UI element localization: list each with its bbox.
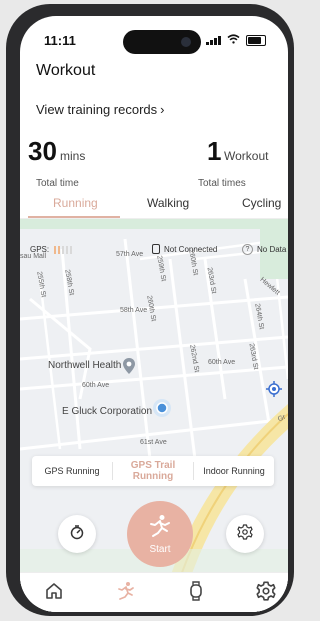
phone-frame: 11:11 Workout View training records › 30 …: [6, 4, 294, 616]
street-label: 60th Ave: [82, 382, 110, 389]
location-pin-icon[interactable]: [153, 399, 171, 417]
data-status: ? No Data: [242, 244, 286, 255]
camera-dot: [181, 37, 191, 47]
bottom-nav: [20, 572, 288, 612]
street-label: 58th Ave: [120, 307, 148, 314]
gps-signal-icon: [54, 245, 73, 254]
activity-tabs: Running Walking Cycling: [20, 192, 288, 219]
running-mode-selector: GPS Running GPS Trail Running Indoor Run…: [32, 456, 274, 486]
street-label: 61st Ave: [140, 439, 167, 446]
my-location-icon[interactable]: [266, 381, 284, 399]
app-screen: 11:11 Workout View training records › 30 …: [20, 16, 288, 612]
wifi-icon: [227, 34, 240, 46]
battery-icon: [246, 34, 266, 46]
page-title: Workout: [36, 62, 96, 79]
nav-settings[interactable]: [254, 580, 278, 606]
watch-icon: [152, 244, 160, 254]
help-icon: ?: [242, 244, 253, 255]
mode-gps-running[interactable]: GPS Running: [32, 456, 112, 486]
segment-divider: [193, 462, 194, 480]
segment-divider: [112, 462, 113, 480]
total-workouts-value: 1: [207, 136, 222, 166]
street-label: sau Mall: [20, 253, 47, 260]
status-time: 11:11: [44, 33, 76, 48]
street-label: 57th Ave: [116, 251, 144, 258]
settings-icon: [256, 580, 276, 606]
tab-cycling[interactable]: Cycling: [242, 196, 281, 210]
dynamic-island: [123, 30, 201, 54]
stopwatch-icon: [69, 524, 85, 545]
watch-icon: [188, 580, 204, 606]
running-figure-icon: [147, 514, 173, 543]
chevron-right-icon: ›: [160, 102, 165, 117]
total-time-label: Total time: [36, 178, 79, 189]
mode-gps-trail-running[interactable]: GPS Trail Running: [114, 456, 192, 486]
signal-icon: [206, 35, 221, 45]
start-label: Start: [149, 543, 171, 555]
nav-device[interactable]: [184, 580, 208, 606]
workout-settings-button[interactable]: [226, 515, 264, 553]
total-workouts-unit: Workout: [224, 149, 269, 163]
records-link-label: View training records: [36, 102, 158, 117]
data-status-text: No Data: [257, 245, 287, 254]
poi-label: E Gluck Corporation: [62, 406, 153, 417]
tab-walking[interactable]: Walking: [147, 196, 189, 210]
view-training-records-link[interactable]: View training records ›: [36, 102, 165, 117]
status-icons: [206, 34, 266, 46]
nav-workout[interactable]: [114, 581, 138, 605]
total-time-unit: mins: [60, 149, 86, 163]
hospital-pin-icon[interactable]: [120, 357, 138, 375]
tab-running[interactable]: Running: [53, 196, 98, 210]
map-view[interactable]: GPS: Not Connected ? No Data 57th Ave 58…: [20, 219, 288, 612]
gear-icon: [237, 523, 253, 545]
stopwatch-button[interactable]: [58, 515, 96, 553]
total-workouts-label: Total times: [198, 178, 246, 189]
total-time-value: 30: [28, 136, 57, 166]
home-icon: [44, 581, 64, 606]
mode-indoor-running[interactable]: Indoor Running: [195, 456, 273, 486]
running-icon: [115, 581, 137, 606]
start-button[interactable]: Start: [127, 501, 193, 567]
poi-label: Northwell Health: [48, 360, 122, 371]
street-label: 60th Ave: [208, 359, 236, 366]
watch-connection-status: Not Connected: [152, 244, 217, 254]
nav-home[interactable]: [42, 581, 66, 605]
status-bar: 11:11: [20, 16, 288, 54]
